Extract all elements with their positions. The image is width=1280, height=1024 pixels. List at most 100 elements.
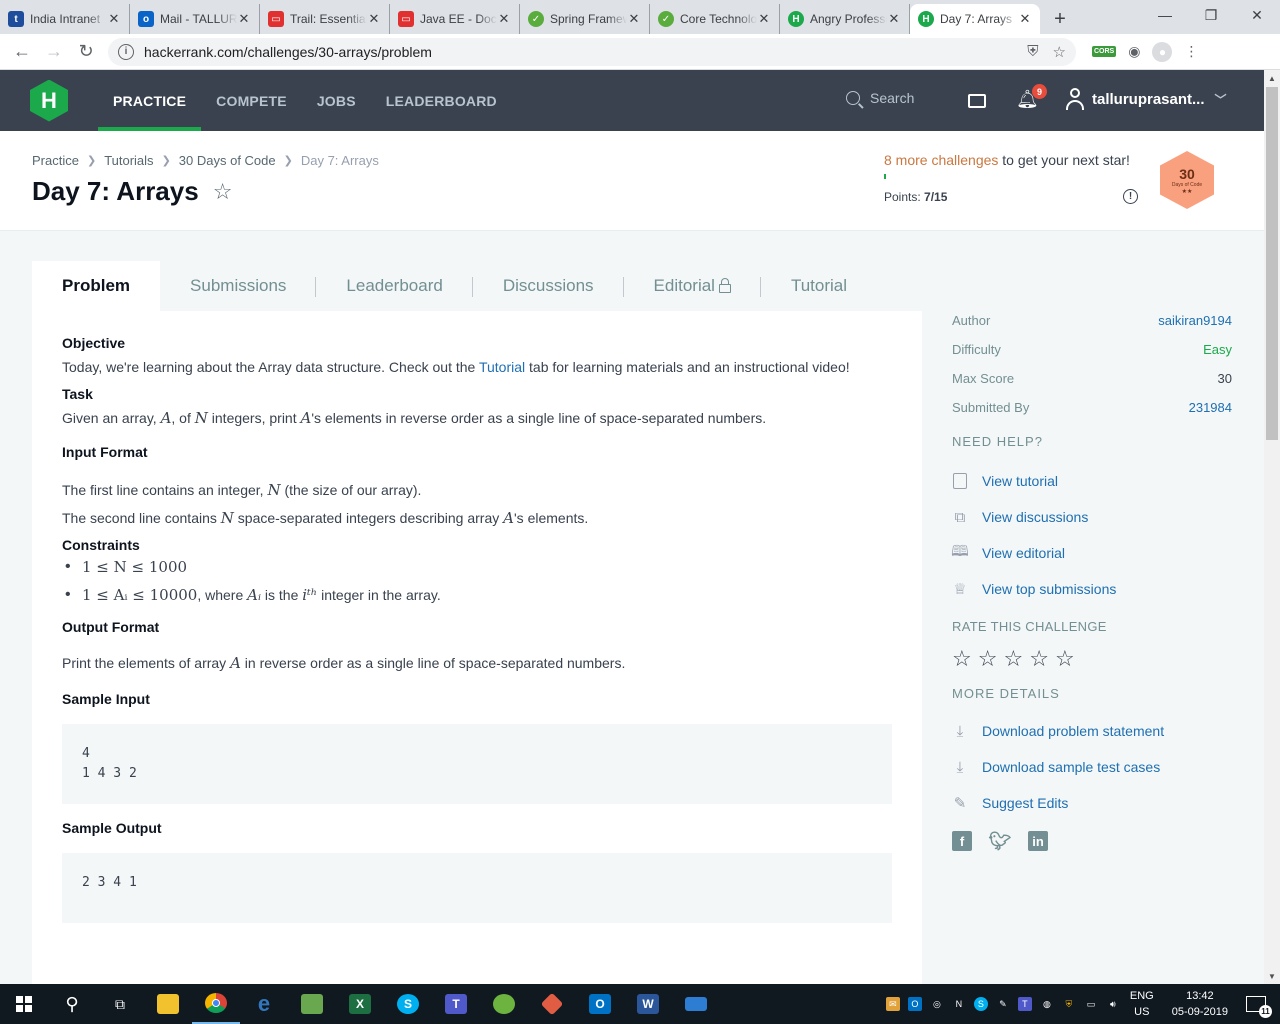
address-bar[interactable]: i hackerrank.com/challenges/30-arrays/pr… <box>108 37 1076 66</box>
search-box[interactable]: Search <box>846 90 914 106</box>
star-icon[interactable]: ☆ <box>952 646 972 672</box>
close-tab-icon[interactable]: ✕ <box>497 11 511 27</box>
close-tab-icon[interactable]: ✕ <box>367 11 381 27</box>
scroll-down-icon[interactable]: ▼ <box>1264 968 1280 984</box>
windows-start-icon[interactable] <box>0 984 48 1024</box>
chrome-menu-icon[interactable]: ⋮ <box>1184 43 1198 60</box>
breadcrumb-practice[interactable]: Practice <box>32 153 79 168</box>
globe-tray-icon[interactable]: ◍ <box>1040 997 1054 1011</box>
close-tab-icon[interactable]: ✕ <box>627 11 641 27</box>
bookmark-star-icon[interactable]: ☆ <box>1053 43 1066 61</box>
help-label[interactable]: View tutorial <box>982 473 1058 489</box>
30-days-badge[interactable]: 30 Days of Code ★★ <box>1160 151 1214 209</box>
search-icon[interactable]: ⚲ <box>48 984 96 1024</box>
tab-editorial[interactable]: Editorial <box>624 261 761 311</box>
teams-icon[interactable]: T <box>432 984 480 1024</box>
close-tab-icon[interactable]: ✕ <box>757 11 771 27</box>
tab-tutorial[interactable]: Tutorial <box>761 261 877 311</box>
submitted-by-link[interactable]: 231984 <box>1189 400 1232 415</box>
task-view-icon[interactable]: ⧉ <box>96 984 144 1024</box>
close-window-icon[interactable]: ✕ <box>1234 0 1280 30</box>
clock[interactable]: 13:42 05-09-2019 <box>1172 988 1228 1020</box>
facebook-icon[interactable]: f <box>952 831 972 851</box>
help-label[interactable]: View editorial <box>982 545 1065 561</box>
url-text[interactable]: hackerrank.com/challenges/30-arrays/prob… <box>144 44 1027 60</box>
browser-tab[interactable]: H Angry Professor ✕ <box>780 4 910 34</box>
blocked-popup-icon[interactable]: ⛨ <box>1027 43 1038 61</box>
browser-tab[interactable]: ▭ Trail: Essential ✕ <box>260 4 390 34</box>
remote-desktop-icon[interactable] <box>672 984 720 1024</box>
site-info-icon[interactable]: i <box>118 43 134 60</box>
network-tray-icon[interactable]: ◎ <box>930 997 944 1011</box>
username[interactable]: talluruprasant... <box>1092 91 1205 108</box>
edge-icon[interactable]: e <box>240 984 288 1024</box>
tab-discussions[interactable]: Discussions <box>473 261 624 311</box>
user-menu[interactable]: talluruprasant... ﹀ <box>1066 88 1227 110</box>
author-link[interactable]: saikiran9194 <box>1158 313 1232 328</box>
suggest-edits-link[interactable]: ✎ Suggest Edits <box>952 785 1232 821</box>
help-label[interactable]: View discussions <box>982 509 1088 525</box>
browser-tab[interactable]: ✓ Core Technologies ✕ <box>650 4 780 34</box>
bookmark-star-icon[interactable]: ☆ <box>213 179 233 205</box>
help-label[interactable]: Suggest Edits <box>982 795 1068 811</box>
teams-tray-icon[interactable]: T <box>1017 997 1032 1011</box>
help-label[interactable]: View top submissions <box>982 581 1116 597</box>
star-icon[interactable]: ☆ <box>1055 646 1075 672</box>
back-arrow-icon[interactable]: ← <box>6 36 38 68</box>
tab-leaderboard[interactable]: Leaderboard <box>316 261 473 311</box>
breadcrumb-tutorials[interactable]: Tutorials <box>104 153 153 168</box>
restore-icon[interactable]: ❐ <box>1188 0 1234 30</box>
star-icon[interactable]: ☆ <box>1029 646 1049 672</box>
forward-arrow-icon[interactable]: → <box>38 36 70 68</box>
git-icon[interactable] <box>528 984 576 1024</box>
spring-tool-icon[interactable] <box>480 984 528 1024</box>
browser-tab-active[interactable]: H Day 7: Arrays ✕ <box>910 4 1040 34</box>
nav-jobs[interactable]: JOBS <box>302 70 371 131</box>
volume-icon[interactable]: 🔊︎ <box>1106 997 1120 1011</box>
notepad-icon[interactable] <box>288 984 336 1024</box>
more-challenges-link[interactable]: 8 more challenges <box>884 152 998 168</box>
tab-submissions[interactable]: Submissions <box>160 261 317 311</box>
tab-problem[interactable]: Problem <box>32 261 161 311</box>
language-indicator[interactable]: ENG US <box>1130 988 1154 1020</box>
browser-tab[interactable]: o Mail - TALLURI ✕ <box>130 4 260 34</box>
breadcrumb-30-days[interactable]: 30 Days of Code <box>179 153 276 168</box>
page-scrollbar[interactable]: ▲ ▼ <box>1264 70 1280 984</box>
search-placeholder[interactable]: Search <box>870 90 914 106</box>
close-tab-icon[interactable]: ✕ <box>1018 11 1032 27</box>
nx-tray-icon[interactable]: N <box>952 997 966 1011</box>
download-testcases-link[interactable]: ⤓ Download sample test cases <box>952 749 1232 785</box>
nav-compete[interactable]: COMPETE <box>201 70 302 131</box>
download-statement-link[interactable]: ⤓ Download problem statement <box>952 713 1232 749</box>
view-editorial-link[interactable]: 🕮︎ View editorial <box>951 535 1232 571</box>
excel-icon[interactable]: X <box>336 984 384 1024</box>
tutorial-link[interactable]: Tutorial <box>479 359 525 375</box>
extension-icon[interactable]: ◉ <box>1128 43 1140 60</box>
star-icon[interactable]: ☆ <box>978 646 998 672</box>
hackerrank-logo[interactable]: H <box>30 79 68 122</box>
browser-tab[interactable]: ▭ Java EE - Docs ✕ <box>390 4 520 34</box>
messages-icon[interactable] <box>968 94 986 108</box>
scroll-thumb[interactable] <box>1266 87 1278 440</box>
info-icon[interactable]: ! <box>1123 189 1138 204</box>
reload-icon[interactable]: ↻ <box>70 36 102 68</box>
skype-icon[interactable]: S <box>384 984 432 1024</box>
scroll-up-icon[interactable]: ▲ <box>1264 70 1280 86</box>
word-icon[interactable]: W <box>624 984 672 1024</box>
chrome-taskbar-icon[interactable] <box>192 984 240 1024</box>
display-tray-icon[interactable]: ▭ <box>1084 997 1098 1011</box>
mail-tray-icon[interactable]: ✉ <box>885 997 900 1011</box>
help-label[interactable]: Download problem statement <box>982 723 1164 739</box>
cors-extension-icon[interactable]: CORS <box>1092 46 1117 57</box>
browser-tab[interactable]: t India Intranet ✕ <box>0 4 130 34</box>
nav-practice[interactable]: PRACTICE <box>98 70 202 131</box>
twitter-icon[interactable]: 🐦︎ <box>989 831 1012 851</box>
linkedin-icon[interactable]: in <box>1028 831 1048 851</box>
minimize-icon[interactable]: — <box>1142 0 1188 30</box>
action-center-icon[interactable]: 11 <box>1246 996 1272 1018</box>
chevron-down-icon[interactable]: ﹀ <box>1215 91 1227 108</box>
skype-tray-icon[interactable]: S <box>973 997 988 1011</box>
profile-avatar-icon[interactable]: ● <box>1152 41 1173 62</box>
view-discussions-link[interactable]: ⧉ View discussions <box>952 499 1232 535</box>
outlook-icon[interactable]: O <box>576 984 624 1024</box>
